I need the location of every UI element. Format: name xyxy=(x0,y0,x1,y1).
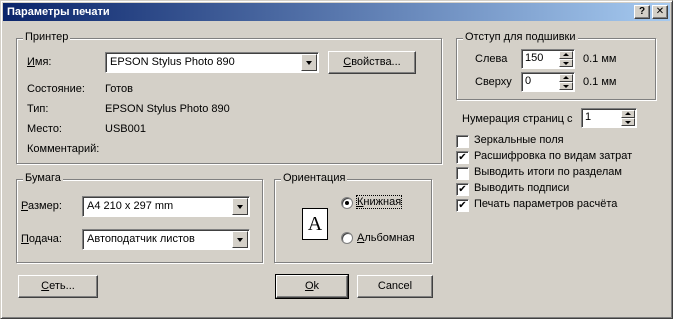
close-button[interactable]: ✕ xyxy=(652,5,668,19)
spin-up-icon[interactable] xyxy=(559,51,573,59)
network-button[interactable]: Сеть... xyxy=(18,275,98,298)
printer-properties-button[interactable]: Свойства... xyxy=(328,51,416,74)
chevron-down-icon[interactable] xyxy=(232,231,248,248)
paper-group-title: Бумага xyxy=(23,172,63,184)
printer-name-value: EPSON Stylus Photo 890 xyxy=(110,56,235,68)
left-offset-spinner[interactable]: 150 xyxy=(521,49,575,69)
printer-name-label: Имя: xyxy=(27,56,52,68)
spin-down-icon[interactable] xyxy=(559,82,573,90)
title-bar: Параметры печати ? ✕ xyxy=(3,3,670,21)
left-offset-label: Слева xyxy=(475,53,508,65)
orientation-group-title: Ориентация xyxy=(281,172,348,184)
help-button[interactable]: ? xyxy=(634,5,650,19)
top-offset-spinner[interactable]: 0 xyxy=(521,72,575,92)
landscape-label[interactable]: Альбомная xyxy=(357,232,415,244)
print-settings-dialog: Параметры печати ? ✕ Принтер Имя: EPSON … xyxy=(0,0,673,319)
paper-size-select[interactable]: A4 210 x 297 mm xyxy=(82,196,250,217)
printer-status-label: Состояние: xyxy=(27,83,85,95)
printer-group-title: Принтер xyxy=(23,31,71,43)
spin-up-icon[interactable] xyxy=(559,74,573,82)
portrait-label[interactable]: Книжная xyxy=(355,195,403,209)
top-offset-unit: 0.1 мм xyxy=(583,76,617,88)
landscape-radio[interactable] xyxy=(341,232,353,244)
printer-group: Принтер Имя: EPSON Stylus Photo 890 Свой… xyxy=(16,31,442,164)
option-checkbox[interactable] xyxy=(456,167,469,180)
spin-down-icon[interactable] xyxy=(621,118,635,126)
printer-where-value: USB001 xyxy=(105,123,146,135)
dialog-title: Параметры печати xyxy=(7,6,110,18)
binding-offset-title: Отступ для подшивки xyxy=(463,31,578,43)
portrait-radio[interactable] xyxy=(341,197,353,209)
option-label[interactable]: Печать параметров расчёта xyxy=(474,198,617,210)
cancel-button[interactable]: Cancel xyxy=(357,275,433,298)
spin-down-icon[interactable] xyxy=(559,59,573,67)
printer-type-label: Тип: xyxy=(27,103,49,115)
page-numbering-spinner[interactable]: 1 xyxy=(581,108,637,128)
portrait-page-icon: A xyxy=(302,208,328,240)
top-offset-label: Сверху xyxy=(475,76,512,88)
option-label[interactable]: Зеркальные поля xyxy=(474,134,564,146)
option-checkbox[interactable]: ✔ xyxy=(456,199,469,212)
printer-where-label: Место: xyxy=(27,123,62,135)
printer-type-value: EPSON Stylus Photo 890 xyxy=(105,103,230,115)
binding-offset-group: Отступ для подшивки Слева 150 0.1 мм Све… xyxy=(456,31,656,100)
option-checkbox[interactable]: ✔ xyxy=(456,151,469,164)
checkmark-icon: ✔ xyxy=(458,184,467,195)
option-checkbox[interactable]: ✔ xyxy=(456,183,469,196)
left-offset-value: 150 xyxy=(525,52,544,64)
page-numbering-value: 1 xyxy=(585,111,592,123)
left-offset-unit: 0.1 мм xyxy=(583,53,617,65)
ok-button[interactable]: Ok xyxy=(275,274,349,299)
paper-size-label: Размер: xyxy=(21,200,62,212)
page-numbering-label: Нумерация страниц с xyxy=(462,113,573,125)
option-checkbox[interactable] xyxy=(456,135,469,148)
paper-source-label: Подача: xyxy=(21,233,62,245)
checkmark-icon: ✔ xyxy=(458,200,467,211)
option-label[interactable]: Выводить подписи xyxy=(474,182,569,194)
paper-source-select[interactable]: Автоподатчик листов xyxy=(82,229,250,250)
paper-group: Бумага Размер: A4 210 x 297 mm Подача: А… xyxy=(16,172,263,263)
chevron-down-icon[interactable] xyxy=(301,54,317,71)
paper-source-value: Автоподатчик листов xyxy=(87,233,195,245)
printer-name-select[interactable]: EPSON Stylus Photo 890 xyxy=(105,52,319,73)
option-label[interactable]: Расшифровка по видам затрат xyxy=(474,150,632,162)
top-offset-value: 0 xyxy=(525,75,532,87)
chevron-down-icon[interactable] xyxy=(232,198,248,215)
option-label[interactable]: Выводить итоги по разделам xyxy=(474,166,622,178)
orientation-group: Ориентация A Книжная Альбомная xyxy=(274,172,432,263)
printer-comment-label: Комментарий: xyxy=(27,143,100,155)
paper-size-value: A4 210 x 297 mm xyxy=(87,200,174,212)
spin-up-icon[interactable] xyxy=(621,110,635,118)
printer-status-value: Готов xyxy=(105,83,133,95)
checkmark-icon: ✔ xyxy=(458,152,467,163)
